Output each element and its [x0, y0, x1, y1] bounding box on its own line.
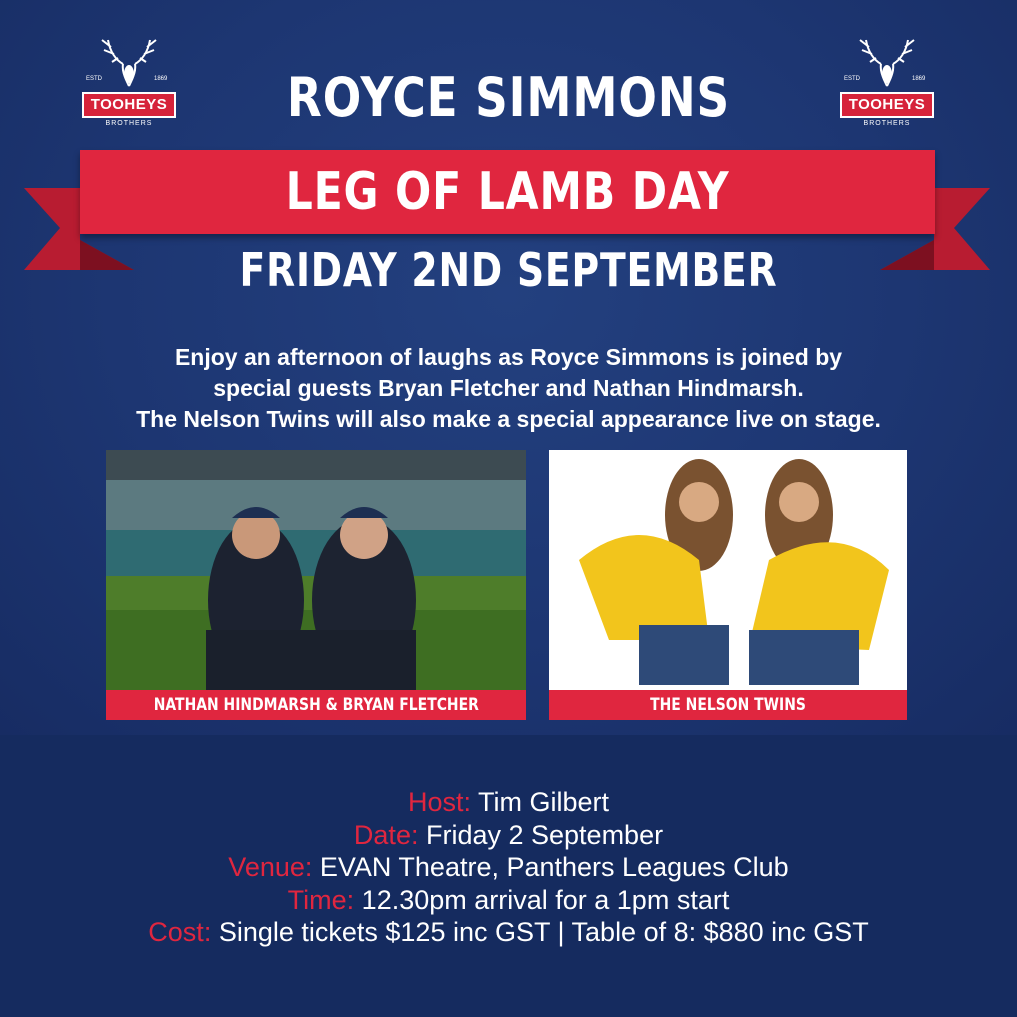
detail-host: Host: Tim Gilbert [0, 786, 1017, 819]
event-title: ROYCE SIMMONS [286, 66, 731, 129]
caption-right: THE NELSON TWINS [549, 690, 907, 720]
caption-left-text: NATHAN HINDMARSH & BRYAN FLETCHER [153, 695, 479, 715]
time-value: 12.30pm arrival for a 1pm start [354, 884, 730, 915]
event-details: Host: Tim Gilbert Date: Friday 2 Septemb… [0, 786, 1017, 949]
caption-right-text: THE NELSON TWINS [650, 695, 806, 715]
date-value: Friday 2 September [418, 819, 664, 850]
intro-line-3: The Nelson Twins will also make a specia… [136, 406, 881, 432]
intro-line-2: special guests Bryan Fletcher and Nathan… [213, 375, 804, 401]
venue-label: Venue: [228, 852, 313, 882]
host-value: Tim Gilbert [471, 787, 610, 817]
venue-value: EVAN Theatre, Panthers Leagues Club [312, 852, 789, 882]
detail-venue: Venue: EVAN Theatre, Panthers Leagues Cl… [0, 851, 1017, 884]
caption-left: NATHAN HINDMARSH & BRYAN FLETCHER [106, 690, 526, 720]
cost-value: Single tickets $125 inc GST | Table of 8… [211, 917, 869, 947]
intro-line-1: Enjoy an afternoon of laughs as Royce Si… [174, 344, 843, 370]
intro-text: Enjoy an afternoon of laughs as Royce Si… [0, 342, 1017, 435]
detail-time: Time: 12.30pm arrival for a 1pm start [0, 884, 1017, 917]
title-banner: LEG OF LAMB DAY [80, 150, 935, 234]
photo-hindmarsh-fletcher: NATHAN HINDMARSH & BRYAN FLETCHER [106, 450, 526, 720]
cost-label: Cost: [148, 917, 212, 947]
date-label: Date: [353, 819, 419, 850]
banner-text: LEG OF LAMB DAY [285, 162, 730, 222]
stadium-photo [106, 450, 526, 690]
time-label: Time: [287, 884, 355, 915]
detail-date: Date: Friday 2 September [0, 819, 1017, 852]
photo-nelson-twins: THE NELSON TWINS [549, 450, 907, 720]
event-date: FRIDAY 2ND SEPTEMBER [239, 243, 778, 297]
twins-photo [549, 450, 907, 690]
host-label: Host: [407, 787, 471, 817]
detail-cost: Cost: Single tickets $125 inc GST | Tabl… [0, 916, 1017, 949]
